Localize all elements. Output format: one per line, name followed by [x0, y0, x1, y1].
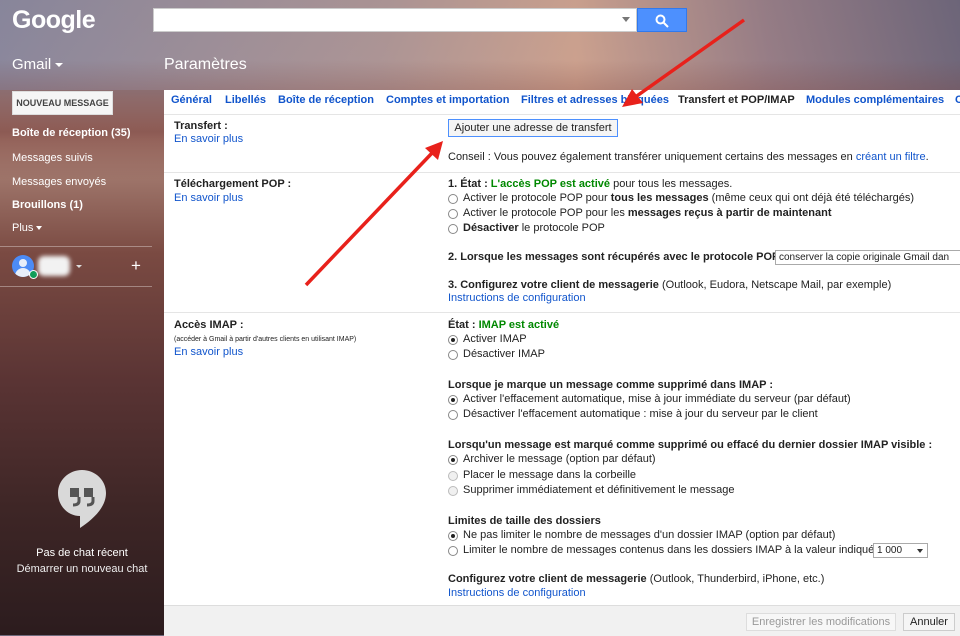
annotation-arrows	[304, 18, 746, 287]
arrow-to-add-forwarding-button	[304, 141, 443, 287]
arrow-to-forwarding-tab	[622, 18, 746, 107]
